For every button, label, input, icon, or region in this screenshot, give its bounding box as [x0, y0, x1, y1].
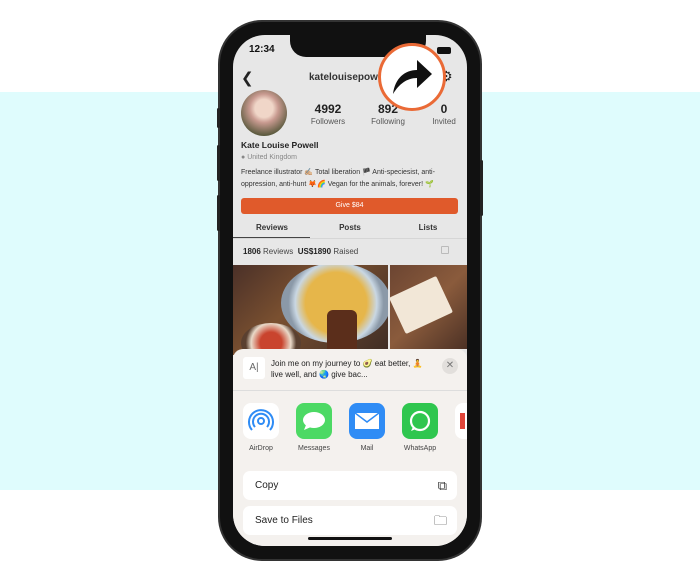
copy-action[interactable]: Copy ⧉ — [243, 471, 457, 500]
volume-up-button — [217, 145, 220, 181]
airdrop-icon — [243, 403, 279, 439]
stat-label: Followers — [310, 117, 346, 126]
phone-screen: 12:34 ❮ katelouisepowell ⚙ 4992 Followers… — [233, 35, 467, 546]
folder-icon: 🗀 — [433, 513, 447, 528]
battery-icon — [437, 47, 451, 54]
bio: Freelance illustrator ✍🏼 Total liberatio… — [241, 169, 435, 188]
power-button — [480, 160, 483, 216]
share-highlight[interactable] — [378, 43, 446, 111]
raised-label: Raised — [333, 247, 359, 256]
home-indicator — [308, 537, 392, 540]
review-photo[interactable] — [388, 265, 467, 349]
reviews-label: Reviews — [263, 247, 294, 256]
app-label: WhatsApp — [403, 445, 437, 452]
mute-switch — [217, 108, 220, 128]
share-app-messages[interactable]: Messages — [289, 403, 339, 452]
share-app-airdrop[interactable]: AirDrop — [236, 403, 286, 452]
stat-value: 4992 — [314, 102, 342, 116]
profile-name: Kate Louise Powell — [241, 140, 319, 150]
whatsapp-icon — [402, 403, 438, 439]
tab-posts[interactable]: Posts — [311, 223, 389, 232]
reviews-count: 1806 — [243, 247, 261, 256]
active-tab-indicator — [233, 237, 310, 238]
tab-reviews[interactable]: Reviews — [233, 223, 311, 232]
tab-lists[interactable]: Lists — [389, 223, 467, 232]
divider — [233, 238, 467, 239]
action-label: Save to Files — [255, 515, 313, 526]
location-pin-icon: ● — [241, 154, 246, 161]
grid-toggle-icon[interactable] — [441, 246, 449, 254]
app-label: Messages — [298, 445, 330, 452]
share-arrow-icon — [393, 60, 432, 94]
status-time: 12:34 — [249, 44, 275, 55]
app-label: Mail — [360, 445, 374, 452]
divider — [233, 390, 467, 391]
review-photo[interactable] — [233, 265, 388, 355]
back-chevron-icon[interactable]: ❮ — [241, 69, 254, 87]
raised-amount: US$1890 — [297, 247, 332, 256]
share-app-mail[interactable]: Mail — [342, 403, 392, 452]
close-icon[interactable]: ✕ — [442, 358, 458, 374]
give-button[interactable]: Give $84 — [241, 198, 458, 214]
share-sheet: A| Join me on my journey to 🥑 eat better… — [233, 349, 467, 546]
text-thumbnail-icon: A| — [243, 357, 265, 379]
stat-followers[interactable]: 4992 Followers — [298, 102, 358, 126]
share-message: Join me on my journey to 🥑 eat better, 🧘… — [271, 359, 423, 379]
save-to-files-action[interactable]: Save to Files 🗀 — [243, 506, 457, 535]
stat-label: Invited — [432, 117, 456, 126]
copy-icon: ⧉ — [437, 478, 447, 493]
share-app-whatsapp[interactable]: WhatsApp — [395, 403, 445, 452]
app-label: AirDrop — [249, 445, 273, 452]
share-app-gmail-partial[interactable] — [455, 403, 467, 439]
location: ● United Kingdom — [241, 154, 297, 161]
location-text: United Kingdom — [247, 154, 297, 161]
mail-icon — [349, 403, 385, 439]
action-label: Copy — [255, 480, 279, 491]
stat-label: Following — [371, 117, 405, 126]
counts-line: 1806 Reviews US$1890 Raised — [243, 247, 358, 256]
messages-icon — [296, 403, 332, 439]
volume-down-button — [217, 195, 220, 231]
avatar[interactable] — [241, 90, 287, 136]
